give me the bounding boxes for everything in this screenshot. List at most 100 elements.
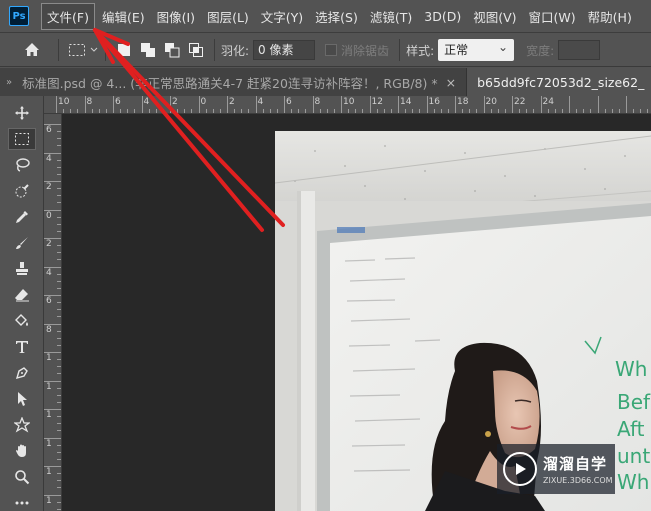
ruler-label: 16 bbox=[428, 97, 440, 107]
ruler-label: 2 bbox=[46, 182, 52, 192]
ruler-tick bbox=[540, 96, 542, 113]
watermark-badge: 溜溜自学 ZIXUE.3D66.COM bbox=[497, 444, 615, 494]
separator bbox=[105, 39, 106, 61]
separator bbox=[58, 39, 59, 61]
ruler-label: 1 bbox=[46, 467, 52, 477]
menu-view[interactable]: 视图(V) bbox=[468, 4, 521, 29]
ruler-label: 2 bbox=[46, 239, 52, 249]
ruler-tick bbox=[284, 96, 285, 113]
subtract-selection-icon[interactable] bbox=[160, 39, 184, 61]
more-tools-icon[interactable] bbox=[0, 490, 44, 511]
move-tool-icon[interactable] bbox=[0, 100, 44, 126]
brush-tool-icon[interactable] bbox=[0, 230, 44, 256]
ruler-label: 1 bbox=[46, 438, 52, 449]
add-selection-icon[interactable] bbox=[136, 39, 160, 61]
separator bbox=[214, 39, 215, 61]
ruler-label: 1 bbox=[46, 495, 52, 506]
tab-standard-psd[interactable]: 标准图.psd @ 4... (非正常思路通关4-7 赶紧20连寻访补阵容！, … bbox=[12, 68, 468, 96]
stamp-tool-icon[interactable] bbox=[0, 256, 44, 282]
rect-marquee-icon[interactable] bbox=[65, 39, 89, 61]
menu-image[interactable]: 图像(I) bbox=[152, 4, 200, 29]
intersect-selection-icon[interactable] bbox=[184, 39, 208, 61]
ruler-label: 0 bbox=[46, 210, 52, 221]
ruler-label: 8 bbox=[86, 97, 93, 107]
ruler-tick bbox=[569, 96, 570, 113]
ruler-tick bbox=[483, 96, 485, 113]
width-label: 宽度: bbox=[526, 43, 555, 58]
ruler-tick bbox=[597, 96, 599, 113]
zoom-tool-icon[interactable] bbox=[0, 464, 44, 490]
ruler-label: 2 bbox=[172, 97, 178, 107]
ruler-label: 12 bbox=[371, 97, 383, 107]
lasso-tool-icon[interactable] bbox=[0, 152, 44, 178]
ruler-label: 22 bbox=[514, 97, 526, 107]
pen-tool-icon[interactable] bbox=[0, 360, 44, 386]
type-tool-icon[interactable] bbox=[0, 334, 44, 360]
ruler-tick bbox=[227, 96, 228, 113]
menu-help[interactable]: 帮助(H) bbox=[583, 4, 637, 29]
home-icon[interactable] bbox=[20, 39, 44, 61]
watermark-subtitle: ZIXUE.3D66.COM bbox=[543, 476, 613, 485]
menu-bar: Ps 文件(F) 编辑(E) 图像(I) 图层(L) 文字(Y) 选择(S) 滤… bbox=[0, 0, 651, 33]
ruler-label: 14 bbox=[400, 97, 412, 107]
menu-layer[interactable]: 图层(L) bbox=[202, 4, 254, 29]
ruler-label: 6 bbox=[286, 97, 292, 107]
ruler-tick bbox=[455, 96, 456, 113]
menu-3d[interactable]: 3D(D) bbox=[419, 6, 466, 27]
menu-filter[interactable]: 滤镜(T) bbox=[365, 4, 417, 29]
rect-marquee-tool-icon[interactable] bbox=[0, 126, 44, 152]
ruler-tick bbox=[170, 96, 171, 113]
ruler-label: 1 bbox=[46, 410, 52, 420]
menu-window[interactable]: 窗口(W) bbox=[524, 4, 581, 29]
watermark-title: 溜溜自学 bbox=[543, 455, 608, 473]
tab-active-image[interactable]: b65dd9fc72053d2_size62_ bbox=[467, 68, 651, 96]
menu-type[interactable]: 文字(Y) bbox=[256, 4, 308, 29]
ruler-tick bbox=[398, 96, 399, 113]
ruler-tick bbox=[198, 96, 200, 113]
ruler-tick bbox=[113, 96, 114, 113]
ruler-label: 18 bbox=[457, 97, 469, 107]
ruler-label: 24 bbox=[542, 97, 554, 107]
feather-input[interactable]: 0 像素 bbox=[253, 40, 316, 60]
chevron-down-icon[interactable] bbox=[89, 39, 99, 61]
horizontal-ruler: 10 8 6 4 2 0 2 4 6 8 10 12 14 16 18 20 22 24 bbox=[44, 96, 651, 114]
board-text: Wh bbox=[615, 357, 647, 381]
menu-edit[interactable]: 编辑(E) bbox=[97, 4, 150, 29]
ruler-label: 6 bbox=[46, 125, 52, 135]
ruler-tick bbox=[426, 96, 428, 113]
ruler-label: 10 bbox=[58, 97, 70, 107]
quick-select-tool-icon[interactable] bbox=[0, 178, 44, 204]
menu-select[interactable]: 选择(S) bbox=[310, 4, 363, 29]
antialias-checkbox[interactable] bbox=[325, 44, 338, 56]
ruler-label: 20 bbox=[485, 97, 497, 107]
tab-label: b65dd9fc72053d2_size62_ bbox=[477, 74, 645, 90]
tools-panel bbox=[0, 96, 44, 511]
board-text: unt bbox=[617, 444, 650, 468]
panel-collapse-icon[interactable]: » bbox=[0, 68, 13, 96]
path-select-tool-icon[interactable] bbox=[0, 386, 44, 412]
ruler-tick bbox=[341, 96, 342, 113]
tab-label: 标准图.psd @ 4... (非正常思路通关4-7 赶紧20连寻访补阵容！, … bbox=[22, 75, 438, 91]
ruler-label: 6 bbox=[46, 296, 52, 306]
play-logo-icon bbox=[503, 452, 537, 486]
board-text: Bef bbox=[617, 390, 651, 414]
ruler-label: 10 bbox=[343, 97, 355, 107]
eyedropper-tool-icon[interactable] bbox=[0, 204, 44, 230]
ruler-label: 6 bbox=[115, 97, 121, 107]
paint-bucket-tool-icon[interactable] bbox=[0, 308, 44, 334]
ruler-label: 4 bbox=[46, 153, 52, 164]
ruler-label: 0 bbox=[200, 97, 207, 107]
hand-tool-icon[interactable] bbox=[0, 438, 44, 464]
vertical-ruler: 6 4 2 0 2 4 6 8 1 1 1 1 1 1 bbox=[44, 114, 62, 511]
options-bar: 羽化: 0 像素 消除锯齿 样式: 正常 宽度: bbox=[0, 34, 651, 67]
new-selection-icon[interactable] bbox=[112, 39, 136, 61]
close-icon[interactable]: × bbox=[446, 75, 456, 90]
eraser-tool-icon[interactable] bbox=[0, 282, 44, 308]
menu-file[interactable]: 文件(F) bbox=[41, 2, 95, 30]
ruler-tick bbox=[312, 96, 314, 113]
ruler-tick bbox=[84, 96, 86, 113]
style-select[interactable]: 正常 bbox=[438, 36, 515, 61]
ruler-tick bbox=[141, 96, 143, 113]
width-input[interactable] bbox=[558, 40, 601, 60]
shape-tool-icon[interactable] bbox=[0, 412, 44, 438]
